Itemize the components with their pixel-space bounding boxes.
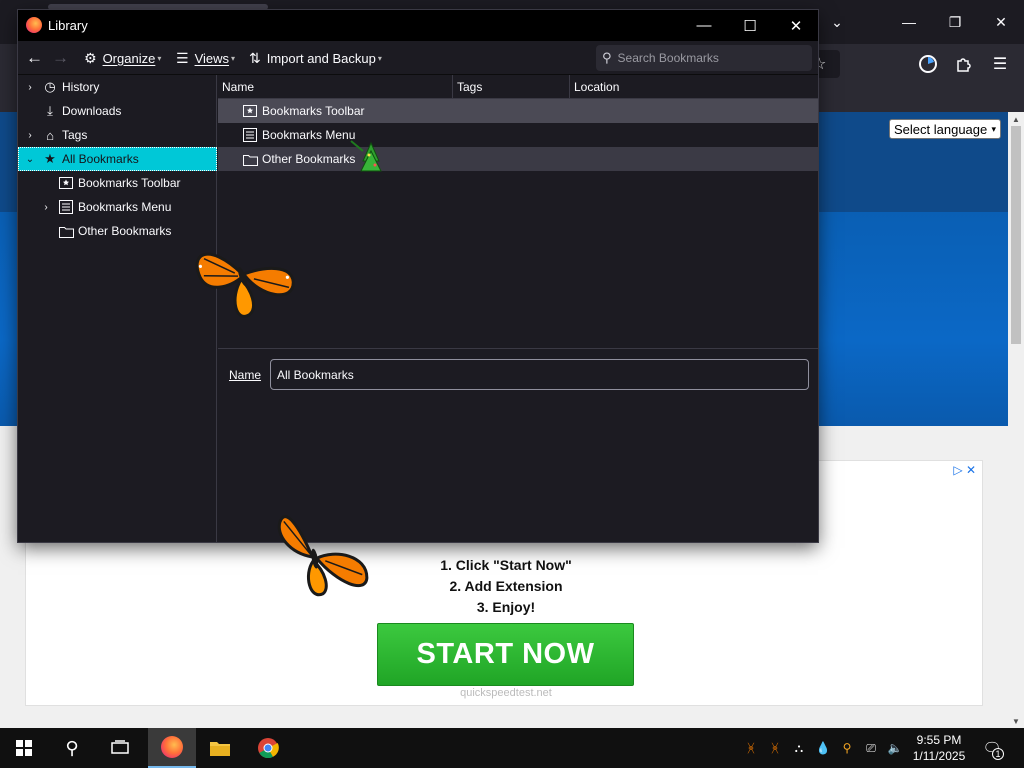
import-export-icon: ⇅ (249, 49, 261, 66)
sidebar-item-history[interactable]: › ◷ History (18, 75, 217, 99)
mouse-cursor-icon (349, 139, 383, 176)
bookmarks-list[interactable]: Name Tags Location Bookmarks Toolbar Boo… (218, 75, 818, 348)
list-item[interactable]: Bookmarks Menu (218, 123, 818, 147)
scrollbar-thumb[interactable] (1011, 126, 1021, 344)
chevron-down-icon: ▾ (377, 53, 382, 63)
ad-step: 3. Enjoy! (476, 599, 536, 615)
firefox-taskbar-icon[interactable] (148, 728, 196, 768)
organize-button[interactable]: ⚙ Organize ▾ (84, 50, 161, 66)
chrome-icon[interactable] (244, 728, 292, 768)
search-icon: ⚲ (602, 50, 612, 65)
library-titlebar: Library — ☐ ✕ (18, 10, 818, 41)
start-now-button[interactable]: START NOW (377, 623, 634, 686)
forward-arrow-icon[interactable]: → (52, 49, 69, 66)
window-title: Library (48, 18, 88, 33)
clock-date: 1/11/2025 (912, 749, 966, 763)
ad-domain: quickspeedtest.net (460, 687, 552, 699)
import-backup-button[interactable]: ⇅ Import and Backup ▾ (249, 50, 382, 66)
bookmarks-menu-icon (58, 199, 74, 215)
history-icon: ◷ (44, 79, 56, 94)
adchoices-icon[interactable]: ▷ ✕ (953, 463, 976, 477)
bookmarks-menu-icon (242, 127, 258, 143)
volume-icon[interactable]: 🔈 (886, 740, 904, 756)
butterfly-tray-icon[interactable]: ᚸ (766, 740, 784, 756)
views-button[interactable]: ☰ Views ▾ (176, 50, 235, 66)
scroll-down-icon[interactable]: ▼ (1008, 714, 1024, 728)
list-item[interactable]: Other Bookmarks (218, 147, 818, 171)
network-user-icon[interactable]: ⛬ (790, 740, 808, 756)
folder-icon (242, 151, 258, 167)
column-header-location[interactable]: Location (570, 75, 818, 99)
windows-logo-icon (16, 740, 32, 756)
page-scrollbar[interactable]: ▲ ▼ (1008, 112, 1024, 728)
library-window: Library — ☐ ✕ ← → ⚙ Organize ▾ ☰ Views ▾… (18, 10, 818, 542)
taskbar: ⚲ ᚸ ᚸ ⛬ 💧 ⚲ ⎚ 🔈 9:55 PM 1/11/2025 🗨 1 (0, 728, 1024, 768)
list-icon: ☰ (176, 49, 189, 66)
menu-icon[interactable]: ☰ (988, 52, 1012, 76)
chevron-down-icon: ▾ (231, 53, 236, 63)
close-button[interactable]: ✕ (773, 10, 819, 41)
maximize-button[interactable]: ☐ (727, 10, 773, 41)
ad-step: 2. Add Extension (449, 578, 563, 594)
butterfly-tray-icon[interactable]: ᚸ (742, 740, 760, 756)
chevron-down-icon[interactable]: ⌄ (814, 10, 860, 34)
sidebar-item-bookmarks-toolbar[interactable]: Bookmarks Toolbar (18, 171, 217, 195)
file-explorer-icon[interactable] (196, 728, 244, 768)
butterfly-icon (192, 222, 296, 331)
chevron-down-icon: ▾ (991, 123, 996, 134)
speedtest-extension-icon[interactable] (916, 52, 940, 76)
sidebar-item-other-bookmarks[interactable]: Other Bookmarks (18, 219, 217, 243)
notification-center-button[interactable]: 🗨 1 (980, 736, 1004, 760)
search-tray-icon[interactable]: ⚲ (838, 740, 856, 756)
folder-icon (58, 223, 74, 239)
column-header-name[interactable]: Name (218, 75, 453, 99)
ad-steps: 1. Click "Start Now" 2. Add Extension 3.… (406, 555, 606, 618)
sidebar-item-all-bookmarks[interactable]: ⌄ ★ All Bookmarks (18, 147, 217, 171)
scroll-up-icon[interactable]: ▲ (1008, 112, 1024, 126)
search-bookmarks-input[interactable]: ⚲ Search Bookmarks (596, 45, 812, 71)
library-sidebar-tree[interactable]: › ◷ History ⤓ Downloads › ⌂ Tags ⌄ ★ All… (18, 75, 217, 542)
chevron-down-icon: ▾ (157, 53, 162, 63)
library-toolbar: ← → ⚙ Organize ▾ ☰ Views ▾ ⇅ Import and … (18, 41, 818, 75)
star-icon: ★ (44, 151, 56, 166)
minimize-button[interactable]: — (886, 10, 932, 34)
chevron-right-icon[interactable]: › (24, 82, 36, 93)
network-icon[interactable]: ⎚ (862, 740, 880, 756)
tag-icon: ⌂ (46, 127, 54, 143)
ad-step: 1. Click "Start Now" (440, 557, 572, 573)
bookmarks-toolbar-icon (242, 103, 258, 119)
back-arrow-icon[interactable]: ← (26, 49, 43, 66)
sidebar-item-bookmarks-menu[interactable]: › Bookmarks Menu (18, 195, 217, 219)
gear-icon: ⚙ (84, 49, 97, 66)
butterfly-icon (266, 502, 370, 609)
droplet-icon[interactable]: 💧 (814, 740, 832, 756)
name-field[interactable]: All Bookmarks (270, 359, 809, 390)
clock[interactable]: 9:55 PM 1/11/2025 (908, 732, 970, 764)
start-button[interactable] (0, 728, 48, 768)
restore-button[interactable]: ❐ (932, 10, 978, 34)
chevron-right-icon[interactable]: › (40, 202, 52, 213)
chevron-down-icon[interactable]: ⌄ (24, 154, 36, 165)
language-select[interactable]: Select language ▾ (889, 119, 1001, 139)
sidebar-item-tags[interactable]: › ⌂ Tags (18, 123, 217, 147)
chevron-right-icon[interactable]: › (24, 130, 36, 141)
firefox-logo-icon (26, 17, 42, 33)
download-icon: ⤓ (47, 103, 53, 118)
bookmarks-toolbar-icon (58, 175, 74, 191)
close-button[interactable]: ✕ (978, 10, 1024, 34)
sidebar-item-downloads[interactable]: ⤓ Downloads (18, 99, 217, 123)
extensions-icon[interactable] (952, 52, 976, 76)
minimize-button[interactable]: — (681, 10, 727, 41)
column-header-tags[interactable]: Tags (453, 75, 570, 99)
task-view-icon[interactable] (96, 728, 144, 768)
notification-count: 1 (992, 748, 1004, 760)
clock-time: 9:55 PM (916, 733, 962, 747)
name-label: Name (229, 368, 262, 382)
list-item[interactable]: Bookmarks Toolbar (218, 99, 818, 123)
search-icon[interactable]: ⚲ (48, 728, 96, 768)
